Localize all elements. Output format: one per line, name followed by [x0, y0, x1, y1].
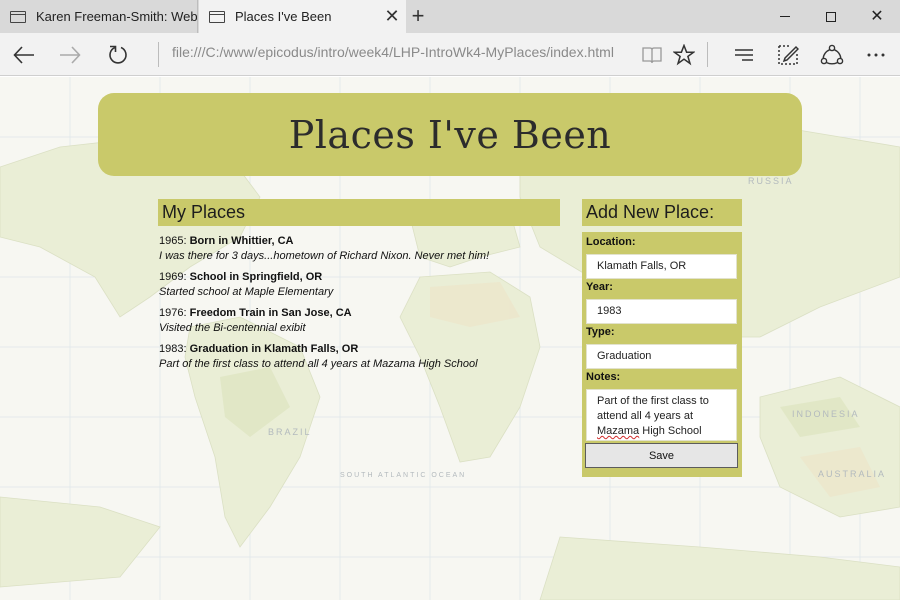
notes-line: Part of the first class to — [597, 395, 709, 407]
divider — [707, 42, 708, 67]
page-icon — [10, 10, 26, 23]
notes-label: Notes: — [586, 371, 621, 383]
add-place-form: Location: Klamath Falls, OR Year: 1983 T… — [582, 232, 742, 477]
forward-button[interactable] — [50, 33, 90, 76]
tab-places-ive-been[interactable]: Places I've Been ✕ — [199, 0, 406, 33]
back-button[interactable] — [4, 33, 44, 76]
list-item: 1976: Freedom Train in San Jose, CA Visi… — [158, 307, 560, 334]
minimize-button[interactable] — [762, 0, 808, 33]
arrow-right-icon — [60, 45, 81, 64]
place-note: Part of the first class to attend all 4 … — [159, 358, 478, 370]
page-viewport: RUSSIA BRAZIL INDONESIA AUSTRALIA SOUTH … — [0, 77, 900, 600]
year-input[interactable]: 1983 — [586, 299, 737, 324]
save-button[interactable]: Save — [585, 443, 738, 468]
refresh-icon — [109, 45, 127, 64]
navigation-bar: file:///C:/www/epicodus/intro/week4/LHP-… — [0, 33, 900, 76]
place-year: 1965 — [159, 235, 184, 247]
place-note: Started school at Maple Elementary — [159, 286, 334, 298]
place-location: Graduation in Klamath Falls, OR — [189, 343, 359, 355]
place-location: Freedom Train in San Jose, CA — [189, 307, 352, 319]
notes-textarea[interactable]: Part of the first class to attend all 4 … — [586, 389, 737, 441]
notes-line: attend all 4 years at — [597, 410, 694, 422]
place-note: Visited the Bi-centennial exibit — [159, 322, 306, 334]
add-place-heading-wrap: Add New Place: — [582, 199, 742, 226]
place-location: School in Springfield, OR — [189, 271, 323, 283]
tab-karen-freeman-smith[interactable]: Karen Freeman-Smith: Web — [0, 0, 198, 33]
type-input[interactable]: Graduation — [586, 344, 737, 369]
share-icon — [820, 44, 844, 64]
refresh-button[interactable] — [98, 33, 138, 76]
add-place-heading: Add New Place: — [582, 199, 742, 226]
notes-line: Mazama High School — [597, 424, 726, 439]
tab-title: Karen Freeman-Smith: Web — [36, 9, 197, 24]
hub-button[interactable] — [724, 33, 764, 76]
place-note: I was there for 3 days...hometown of Ric… — [159, 250, 490, 262]
web-note-button[interactable] — [768, 33, 808, 76]
favorite-button[interactable] — [664, 33, 704, 76]
list-item: 1965: Born in Whittier, CA I was there f… — [158, 235, 560, 262]
tab-bar: Karen Freeman-Smith: Web Places I've Bee… — [0, 0, 900, 33]
share-button[interactable] — [812, 33, 852, 76]
maximize-button[interactable] — [808, 0, 854, 33]
close-tab-icon[interactable]: ✕ — [378, 6, 406, 27]
page-icon — [209, 10, 225, 23]
location-input[interactable]: Klamath Falls, OR — [586, 254, 737, 279]
hamburger-icon — [735, 48, 753, 61]
my-places-heading: My Places — [158, 199, 560, 226]
ellipsis-icon — [867, 53, 885, 56]
list-item: 1969: School in Springfield, OR Started … — [158, 271, 560, 298]
book-icon — [642, 46, 662, 63]
new-tab-button[interactable]: + — [406, 0, 430, 33]
arrow-left-icon — [13, 45, 34, 64]
list-item: 1983: Graduation in Klamath Falls, OR Pa… — [158, 343, 560, 370]
place-year: 1969 — [159, 271, 184, 283]
place-year: 1976 — [159, 307, 184, 319]
close-window-button[interactable]: ✕ — [854, 0, 900, 33]
star-icon — [673, 43, 695, 65]
notes-text: High School — [639, 425, 702, 437]
page-header: Places I've Been — [98, 93, 802, 176]
spellcheck-word: Mazama — [597, 425, 640, 437]
divider — [158, 42, 159, 67]
place-location: Born in Whittier, CA — [189, 235, 294, 247]
minimize-icon — [780, 16, 790, 18]
more-button[interactable] — [856, 33, 896, 76]
location-label: Location: — [586, 236, 636, 248]
type-label: Type: — [586, 326, 615, 338]
my-places-section: My Places 1965: Born in Whittier, CA I w… — [158, 199, 560, 370]
page-title: Places I've Been — [288, 112, 612, 157]
year-label: Year: — [586, 281, 613, 293]
pen-note-icon — [778, 44, 799, 65]
tab-title: Places I've Been — [235, 9, 332, 24]
place-year: 1983 — [159, 343, 184, 355]
address-bar[interactable]: file:///C:/www/epicodus/intro/week4/LHP-… — [172, 44, 614, 60]
maximize-icon — [826, 11, 836, 22]
